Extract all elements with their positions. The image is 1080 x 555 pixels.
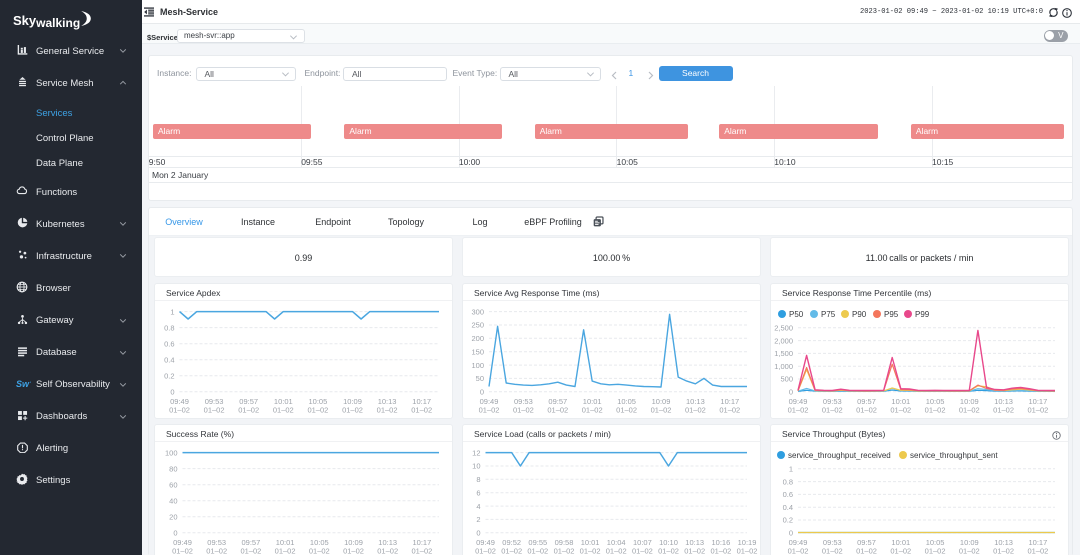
svg-text:0.6: 0.6 (164, 339, 174, 348)
svg-text:01–02: 01–02 (411, 405, 432, 414)
svg-text:0: 0 (476, 528, 480, 537)
svg-text:12: 12 (472, 448, 480, 457)
svg-text:01–02: 01–02 (856, 546, 877, 555)
svg-text:4: 4 (476, 501, 480, 510)
svg-text:150: 150 (471, 347, 484, 356)
svg-text:01–02: 01–02 (788, 405, 809, 414)
svg-text:01–02: 01–02 (1027, 405, 1048, 414)
svg-text:P95: P95 (884, 310, 899, 319)
svg-text:01–02: 01–02 (582, 405, 603, 414)
svg-text:01–02: 01–02 (169, 405, 190, 414)
svg-text:80: 80 (169, 464, 177, 473)
svg-text:01–02: 01–02 (307, 405, 328, 414)
svg-text:100: 100 (471, 360, 484, 369)
svg-text:01–02: 01–02 (172, 546, 193, 555)
svg-text:0.6: 0.6 (783, 490, 793, 499)
svg-text:01–02: 01–02 (632, 546, 653, 555)
svg-text:01–02: 01–02 (501, 546, 522, 555)
svg-text:0.2: 0.2 (164, 371, 174, 380)
svg-text:01–02: 01–02 (856, 405, 877, 414)
svg-text:300: 300 (471, 307, 484, 316)
svg-text:01–02: 01–02 (737, 546, 758, 555)
svg-text:01–02: 01–02 (273, 405, 294, 414)
svg-text:service_throughput_received: service_throughput_received (788, 451, 891, 460)
svg-text:01–02: 01–02 (342, 405, 363, 414)
svg-text:01–02: 01–02 (411, 546, 432, 555)
svg-text:01–02: 01–02 (684, 546, 705, 555)
svg-text:01–02: 01–02 (993, 405, 1014, 414)
svg-text:0: 0 (480, 387, 484, 396)
svg-text:2: 2 (476, 515, 480, 524)
svg-text:01–02: 01–02 (580, 546, 601, 555)
svg-text:service_throughput_sent: service_throughput_sent (910, 451, 998, 460)
svg-text:P99: P99 (915, 310, 930, 319)
svg-text:01–02: 01–02 (1027, 546, 1048, 555)
svg-text:10: 10 (472, 461, 480, 470)
svg-text:1,500: 1,500 (774, 349, 793, 358)
svg-text:40: 40 (169, 496, 177, 505)
svg-text:20: 20 (169, 512, 177, 521)
svg-text:01–02: 01–02 (788, 546, 809, 555)
svg-text:6: 6 (476, 488, 480, 497)
svg-text:01–02: 01–02 (527, 546, 548, 555)
svg-text:01–02: 01–02 (822, 405, 843, 414)
svg-text:01–02: 01–02 (651, 405, 672, 414)
svg-text:01–02: 01–02 (554, 546, 575, 555)
svg-text:01–02: 01–02 (710, 546, 731, 555)
svg-text:0.8: 0.8 (783, 477, 793, 486)
svg-text:01–02: 01–02 (238, 405, 259, 414)
svg-text:0: 0 (173, 528, 177, 537)
svg-text:50: 50 (476, 374, 484, 383)
svg-text:01–02: 01–02 (479, 405, 500, 414)
svg-text:200: 200 (471, 334, 484, 343)
svg-text:0: 0 (789, 528, 793, 537)
svg-text:0.8: 0.8 (164, 323, 174, 332)
svg-text:01–02: 01–02 (606, 546, 627, 555)
svg-text:2,500: 2,500 (774, 323, 793, 332)
svg-text:100: 100 (165, 448, 178, 457)
svg-text:01–02: 01–02 (993, 546, 1014, 555)
svg-text:01–02: 01–02 (658, 546, 679, 555)
svg-text:01–02: 01–02 (206, 546, 227, 555)
svg-text:01–02: 01–02 (547, 405, 568, 414)
svg-text:01–02: 01–02 (890, 405, 911, 414)
svg-text:01–02: 01–02 (685, 405, 706, 414)
svg-text:0.2: 0.2 (783, 515, 793, 524)
svg-text:1: 1 (170, 307, 174, 316)
svg-text:01–02: 01–02 (925, 405, 946, 414)
svg-text:P75: P75 (821, 310, 836, 319)
svg-text:8: 8 (476, 475, 480, 484)
svg-text:01–02: 01–02 (925, 546, 946, 555)
svg-text:P50: P50 (789, 310, 804, 319)
svg-text:P90: P90 (852, 310, 867, 319)
svg-text:01–02: 01–02 (719, 405, 740, 414)
svg-text:0: 0 (170, 387, 174, 396)
svg-text:0: 0 (789, 387, 793, 396)
svg-text:0.4: 0.4 (164, 355, 174, 364)
svg-text:2,000: 2,000 (774, 336, 793, 345)
svg-text:250: 250 (471, 320, 484, 329)
svg-text:01–02: 01–02 (377, 405, 398, 414)
svg-text:01–02: 01–02 (475, 546, 496, 555)
svg-text:01–02: 01–02 (959, 546, 980, 555)
svg-text:01–02: 01–02 (616, 405, 637, 414)
svg-text:01–02: 01–02 (377, 546, 398, 555)
svg-text:1: 1 (789, 464, 793, 473)
svg-text:01–02: 01–02 (204, 405, 225, 414)
svg-text:01–02: 01–02 (959, 405, 980, 414)
svg-text:0.4: 0.4 (783, 502, 793, 511)
svg-text:01–02: 01–02 (309, 546, 330, 555)
svg-text:01–02: 01–02 (275, 546, 296, 555)
svg-text:01–02: 01–02 (240, 546, 261, 555)
svg-text:01–02: 01–02 (890, 546, 911, 555)
svg-text:01–02: 01–02 (822, 546, 843, 555)
svg-text:1,000: 1,000 (774, 361, 793, 370)
svg-text:01–02: 01–02 (343, 546, 364, 555)
svg-text:60: 60 (169, 480, 177, 489)
svg-text:500: 500 (780, 374, 793, 383)
svg-text:01–02: 01–02 (513, 405, 534, 414)
